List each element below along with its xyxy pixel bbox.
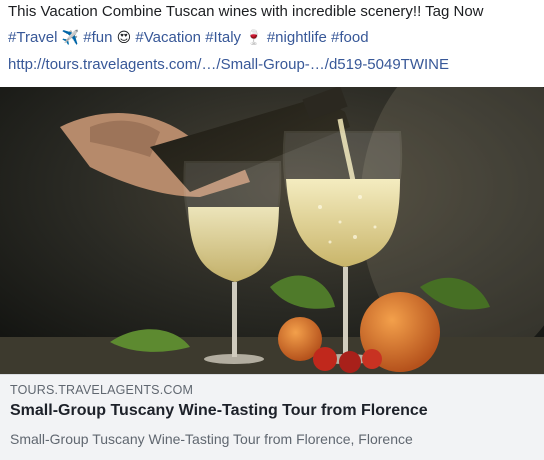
airplane-icon: ✈️ [61,30,80,46]
hashtag-line: #Travel ✈️ #fun 😍 #Vacation #Italy 🍷 #ni… [8,28,369,48]
post-message: This Vacation Combine Tuscan wines with … [8,2,484,21]
wine-pouring-image [0,87,544,374]
post-url-link[interactable]: http://tours.travelagents.com/…/Small-Gr… [8,56,449,73]
post-link-line: http://tours.travelagents.com/…/Small-Gr… [8,55,449,74]
preview-description: Small-Group Tuscany Wine-Tasting Tour fr… [10,431,413,447]
hashtag-food[interactable]: #food [331,29,369,46]
hashtag-travel[interactable]: #Travel [8,29,57,46]
hashtag-fun[interactable]: #fun [83,29,112,46]
wine-photo[interactable] [0,87,544,374]
link-preview-card[interactable]: TOURS.TRAVELAGENTS.COM Small-Group Tusca… [0,374,544,460]
hashtag-italy[interactable]: #Italy [205,29,241,46]
hashtag-vacation[interactable]: #Vacation [135,29,201,46]
preview-domain: TOURS.TRAVELAGENTS.COM [10,383,194,397]
heart-eyes-icon: 😍 [116,30,132,46]
hashtag-nightlife[interactable]: #nightlife [267,29,327,46]
post-message-text: This Vacation Combine Tuscan wines with … [8,3,484,20]
preview-title[interactable]: Small-Group Tuscany Wine-Tasting Tour fr… [10,402,428,420]
wine-glass-icon: 🍷 [245,30,263,46]
